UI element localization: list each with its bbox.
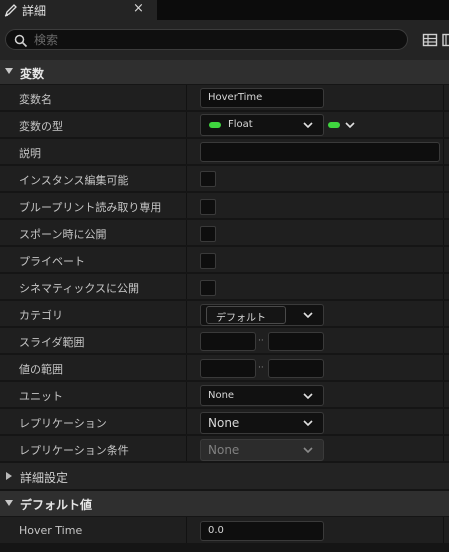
row-label: 変数の型 <box>19 120 63 133</box>
variable-name-field[interactable]: HoverTime <box>200 88 324 108</box>
chevron-down-icon <box>303 122 313 129</box>
row-hover-time: Hover Time 0.0 <box>0 517 449 544</box>
row-instance-editable: インスタンス編集可能 <box>0 166 449 192</box>
row-label: カテゴリ <box>19 309 63 322</box>
section-advanced[interactable]: 詳細設定 <box>0 463 449 489</box>
category-combobox[interactable]: デフォルト <box>200 304 324 326</box>
tab-details[interactable]: 詳細 × <box>0 0 157 20</box>
row-label: スライダ範囲 <box>19 336 85 349</box>
search-input[interactable] <box>34 31 394 48</box>
range-separator: ·· <box>258 336 264 346</box>
slider-range-min-field[interactable] <box>200 332 256 351</box>
row-label: ユニット <box>19 390 63 403</box>
variable-type-value: Float <box>228 119 253 130</box>
tab-bar: 詳細 × <box>0 0 449 20</box>
row-private: プライベート <box>0 247 449 273</box>
slider-range-max-field[interactable] <box>268 332 324 351</box>
row-category: カテゴリ デフォルト <box>0 301 449 327</box>
row-description: 説明 <box>0 139 449 165</box>
row-replication-condition: レプリケーション条件 None <box>0 436 449 462</box>
row-label: ブループリント読み取り専用 <box>19 201 162 214</box>
row-label: スポーン時に公開 <box>19 228 107 241</box>
row-units: ユニット None <box>0 382 449 408</box>
expand-arrow-icon <box>5 500 13 506</box>
replication-dropdown[interactable]: None <box>200 412 324 434</box>
private-checkbox[interactable] <box>200 253 216 269</box>
chevron-down-icon <box>303 420 313 427</box>
section-default-value[interactable]: デフォルト値 <box>0 491 449 516</box>
search-bar <box>0 20 449 60</box>
row-slider-range: スライダ範囲 ·· <box>0 328 449 354</box>
chevron-down-icon <box>303 312 313 319</box>
replication-value: None <box>208 416 240 430</box>
row-label: シネマティックスに公開 <box>19 282 140 295</box>
single-container-pill-icon <box>328 122 340 128</box>
section-variables[interactable]: 変数 <box>0 60 449 84</box>
search-box[interactable] <box>5 29 408 50</box>
section-title: 詳細設定 <box>20 471 69 485</box>
instance-editable-checkbox[interactable] <box>200 171 216 187</box>
expose-cinematics-checkbox[interactable] <box>200 280 216 296</box>
blueprint-readonly-checkbox[interactable] <box>200 199 216 215</box>
row-blueprint-readonly: ブループリント読み取り専用 <box>0 193 449 219</box>
range-separator: ·· <box>258 363 264 373</box>
category-text-field[interactable]: デフォルト <box>206 306 286 324</box>
section-title: 変数 <box>20 67 45 81</box>
row-label: レプリケーション <box>19 417 107 430</box>
container-type-dropdown[interactable] <box>328 118 358 132</box>
chevron-down-icon <box>345 122 355 129</box>
units-dropdown[interactable]: None <box>200 385 324 406</box>
float-type-pill-icon <box>209 122 221 128</box>
row-replication: レプリケーション None <box>0 409 449 435</box>
row-label: プライベート <box>19 255 85 268</box>
replication-condition-value: None <box>208 443 240 457</box>
row-expose-cinematics: シネマティックスに公開 <box>0 274 449 300</box>
units-value: None <box>208 390 235 401</box>
row-label: 説明 <box>19 147 41 160</box>
row-label: 変数名 <box>19 93 52 106</box>
expand-arrow-icon <box>5 68 13 74</box>
row-label: Hover Time <box>19 524 83 537</box>
row-variable-name: 変数名 HoverTime <box>0 85 449 111</box>
chevron-down-icon <box>303 447 313 454</box>
variable-type-dropdown[interactable]: Float <box>200 114 324 136</box>
row-label: レプリケーション条件 <box>19 444 129 457</box>
row-value-range: 値の範囲 ·· <box>0 355 449 381</box>
hover-time-field[interactable]: 0.0 <box>200 521 324 541</box>
search-icon <box>14 34 28 48</box>
replication-condition-dropdown[interactable]: None <box>200 439 324 461</box>
row-label: インスタンス編集可能 <box>19 174 129 187</box>
value-range-max-field[interactable] <box>268 359 324 378</box>
pencil-icon <box>4 4 17 17</box>
expand-arrow-icon <box>6 472 12 480</box>
row-variable-type: 変数の型 Float <box>0 112 449 138</box>
description-field[interactable] <box>200 142 440 162</box>
tab-title: 詳細 <box>22 4 47 18</box>
expose-on-spawn-checkbox[interactable] <box>200 226 216 242</box>
chevron-down-icon <box>303 393 313 400</box>
settings-icon[interactable] <box>442 32 449 48</box>
row-label: 値の範囲 <box>19 363 63 376</box>
category-value: デフォルト <box>216 313 266 324</box>
close-icon[interactable]: × <box>133 1 144 16</box>
table-view-icon[interactable] <box>422 32 438 48</box>
value-range-min-field[interactable] <box>200 359 256 378</box>
section-title: デフォルト値 <box>20 498 93 512</box>
row-expose-on-spawn: スポーン時に公開 <box>0 220 449 246</box>
